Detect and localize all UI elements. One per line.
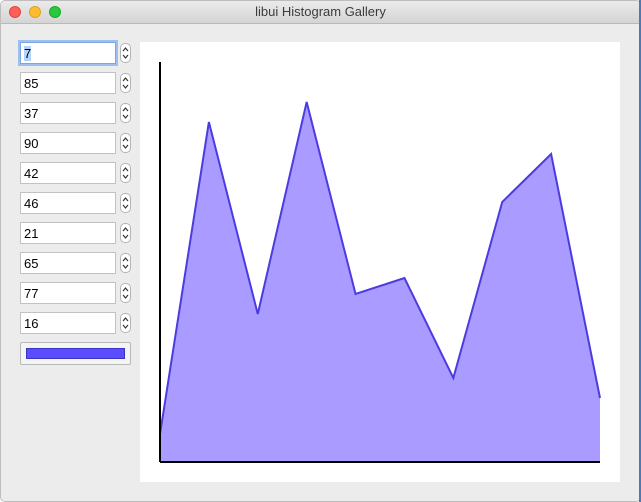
value-text: 65 (24, 256, 39, 271)
value-text: 37 (24, 106, 39, 121)
value-input[interactable]: 16 (20, 312, 116, 334)
value-text: 7 (24, 46, 32, 61)
value-text: 42 (24, 166, 39, 181)
histogram-canvas[interactable] (140, 42, 620, 482)
value-text: 16 (24, 316, 39, 331)
value-text: 21 (24, 226, 39, 241)
stepper-control[interactable] (120, 253, 131, 273)
chevron-down-icon[interactable] (122, 264, 129, 269)
chevron-up-icon[interactable] (122, 287, 129, 292)
color-swatch (26, 348, 125, 359)
value-input[interactable]: 46 (20, 192, 116, 214)
value-input[interactable]: 21 (20, 222, 116, 244)
stepper-control[interactable] (120, 43, 131, 63)
value-input[interactable]: 77 (20, 282, 116, 304)
chevron-up-icon[interactable] (122, 257, 129, 262)
value-text: 77 (24, 286, 39, 301)
chevron-up-icon[interactable] (122, 77, 129, 82)
value-input[interactable]: 65 (20, 252, 116, 274)
stepper-control[interactable] (120, 103, 131, 123)
stepper-control[interactable] (120, 283, 131, 303)
value-text: 90 (24, 136, 39, 151)
stepper-control[interactable] (120, 163, 131, 183)
chevron-up-icon[interactable] (122, 107, 129, 112)
title-bar: libui Histogram Gallery (1, 1, 640, 24)
chevron-up-icon[interactable] (122, 47, 129, 52)
chevron-down-icon[interactable] (122, 54, 129, 59)
value-input[interactable]: 85 (20, 72, 116, 94)
value-input[interactable]: 90 (20, 132, 116, 154)
chevron-down-icon[interactable] (122, 294, 129, 299)
stepper-control[interactable] (120, 133, 131, 153)
chevron-down-icon[interactable] (122, 234, 129, 239)
stepper-control[interactable] (120, 313, 131, 333)
stepper-control[interactable] (120, 73, 131, 93)
value-input[interactable]: 37 (20, 102, 116, 124)
chevron-down-icon[interactable] (122, 144, 129, 149)
value-text: 85 (24, 76, 39, 91)
value-input[interactable]: 7 (20, 42, 116, 64)
stepper-control[interactable] (120, 223, 131, 243)
chevron-down-icon[interactable] (122, 174, 129, 179)
window-title: libui Histogram Gallery (255, 4, 386, 19)
color-picker-button[interactable] (20, 342, 131, 365)
chevron-up-icon[interactable] (122, 227, 129, 232)
chevron-down-icon[interactable] (122, 204, 129, 209)
chevron-up-icon[interactable] (122, 317, 129, 322)
chevron-up-icon[interactable] (122, 137, 129, 142)
chevron-down-icon[interactable] (122, 114, 129, 119)
histogram-area-fill (160, 102, 600, 462)
value-text: 46 (24, 196, 39, 211)
chevron-up-icon[interactable] (122, 197, 129, 202)
chevron-up-icon[interactable] (122, 167, 129, 172)
histogram-chart (159, 62, 601, 463)
app-window: libui Histogram Gallery 7 85 37 90 42 46 21 65 7… (0, 0, 641, 502)
stepper-control[interactable] (120, 193, 131, 213)
chevron-down-icon[interactable] (122, 324, 129, 329)
chevron-down-icon[interactable] (122, 84, 129, 89)
value-input[interactable]: 42 (20, 162, 116, 184)
